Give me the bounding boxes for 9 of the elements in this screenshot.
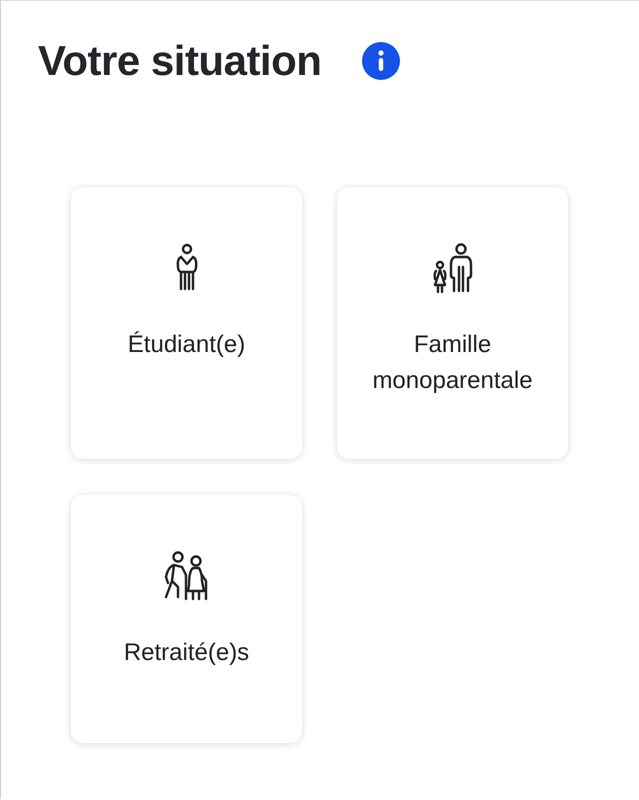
situation-card[interactable]: Famille monoparentale [337, 187, 568, 459]
card-label: Étudiant(e) [128, 330, 246, 360]
parent-and-child-icon [430, 243, 474, 295]
situation-card[interactable]: Retraité(e)s [71, 495, 302, 743]
card-label: Retraité(e)s [124, 638, 250, 668]
card-label: Famille monoparentale [371, 330, 534, 396]
page-title: Votre situation [38, 37, 322, 85]
info-icon[interactable] [361, 41, 402, 81]
situation-card[interactable]: Étudiant(e) [71, 187, 302, 459]
